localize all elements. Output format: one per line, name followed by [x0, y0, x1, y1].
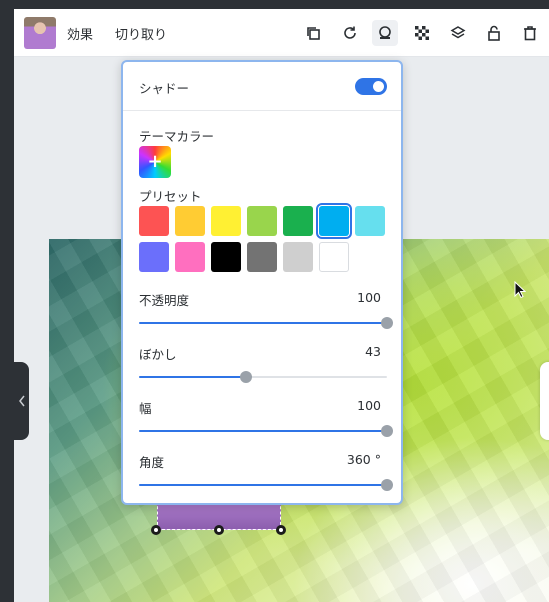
slider-fill [139, 322, 387, 324]
theme-color-label: テーマカラー [139, 129, 215, 144]
slider-thumb[interactable] [239, 371, 252, 383]
expand-right-panel-button[interactable] [540, 362, 549, 440]
slider-value: 100 [357, 398, 381, 413]
rotate-button[interactable] [337, 20, 363, 46]
theme-color-picker-button[interactable]: + [139, 146, 171, 178]
effects-button[interactable]: 効果 [67, 24, 93, 43]
slider-label: ぼかし [139, 347, 177, 362]
preset-swatch[interactable] [247, 242, 277, 272]
shadow-toggle[interactable] [355, 78, 387, 95]
duplicate-button[interactable] [300, 20, 326, 46]
slider-thumb[interactable] [381, 479, 393, 491]
slider-value: 100 [357, 290, 381, 305]
slider-track[interactable] [139, 479, 393, 491]
slider-track[interactable] [139, 425, 393, 437]
preset-swatch[interactable] [139, 206, 169, 236]
slider-fill [139, 430, 387, 432]
slider-value: 360 ° [346, 452, 381, 467]
layers-button[interactable] [445, 20, 471, 46]
preset-swatch[interactable] [139, 242, 169, 272]
shadow-button[interactable] [372, 20, 398, 46]
chevron-left-icon [18, 395, 25, 407]
shadow-panel-header: シャドー [123, 62, 401, 111]
preset-swatch[interactable] [355, 206, 385, 236]
slider-thumb[interactable] [381, 317, 393, 329]
layers-icon [450, 26, 466, 39]
crop-button[interactable]: 切り取り [115, 24, 167, 43]
preset-swatch[interactable] [211, 242, 241, 272]
transparency-icon [415, 26, 429, 40]
slider-label: 幅 [139, 401, 152, 416]
transparency-button[interactable] [409, 20, 435, 46]
shadow-title: シャドー [139, 81, 190, 96]
resize-handle-bottom-left[interactable] [151, 525, 161, 535]
top-strip [14, 0, 549, 9]
resize-handle-bottom[interactable] [214, 525, 224, 535]
slider-label: 角度 [139, 455, 165, 470]
plus-icon: + [147, 151, 163, 172]
image-toolbar: 効果 切り取り [14, 9, 549, 57]
presets-label: プリセット [139, 189, 202, 204]
left-sidebar-strip [0, 0, 14, 602]
slider-track[interactable] [139, 371, 387, 383]
preset-swatch[interactable] [175, 206, 205, 236]
preset-swatch[interactable] [247, 206, 277, 236]
duplicate-icon [307, 27, 320, 40]
collapse-left-panel-button[interactable] [14, 362, 29, 440]
lock-icon [488, 25, 500, 41]
preset-swatch[interactable] [319, 242, 349, 272]
selected-image-thumbnail[interactable] [24, 17, 56, 49]
resize-handle-bottom-right[interactable] [276, 525, 286, 535]
slider-track[interactable] [139, 317, 393, 329]
lock-button[interactable] [481, 20, 507, 46]
shadow-icon [379, 26, 391, 39]
slider-fill [139, 484, 387, 486]
preset-swatch[interactable] [283, 242, 313, 272]
preset-swatch[interactable] [316, 203, 352, 239]
delete-button[interactable] [517, 20, 543, 46]
preset-swatch[interactable] [283, 206, 313, 236]
slider-fill [139, 376, 246, 378]
slider-value: 43 [365, 344, 381, 359]
mouse-pointer-icon [514, 280, 527, 303]
preset-swatch[interactable] [175, 242, 205, 272]
shadow-settings-panel: シャドー テーマカラー + プリセット 不透明度 100 ぼかし 43 幅 100 角度 36… [121, 60, 403, 505]
rotate-icon [344, 26, 356, 39]
preset-swatch[interactable] [211, 206, 241, 236]
slider-label: 不透明度 [139, 293, 190, 308]
delete-icon [524, 26, 536, 41]
slider-thumb[interactable] [381, 425, 393, 437]
